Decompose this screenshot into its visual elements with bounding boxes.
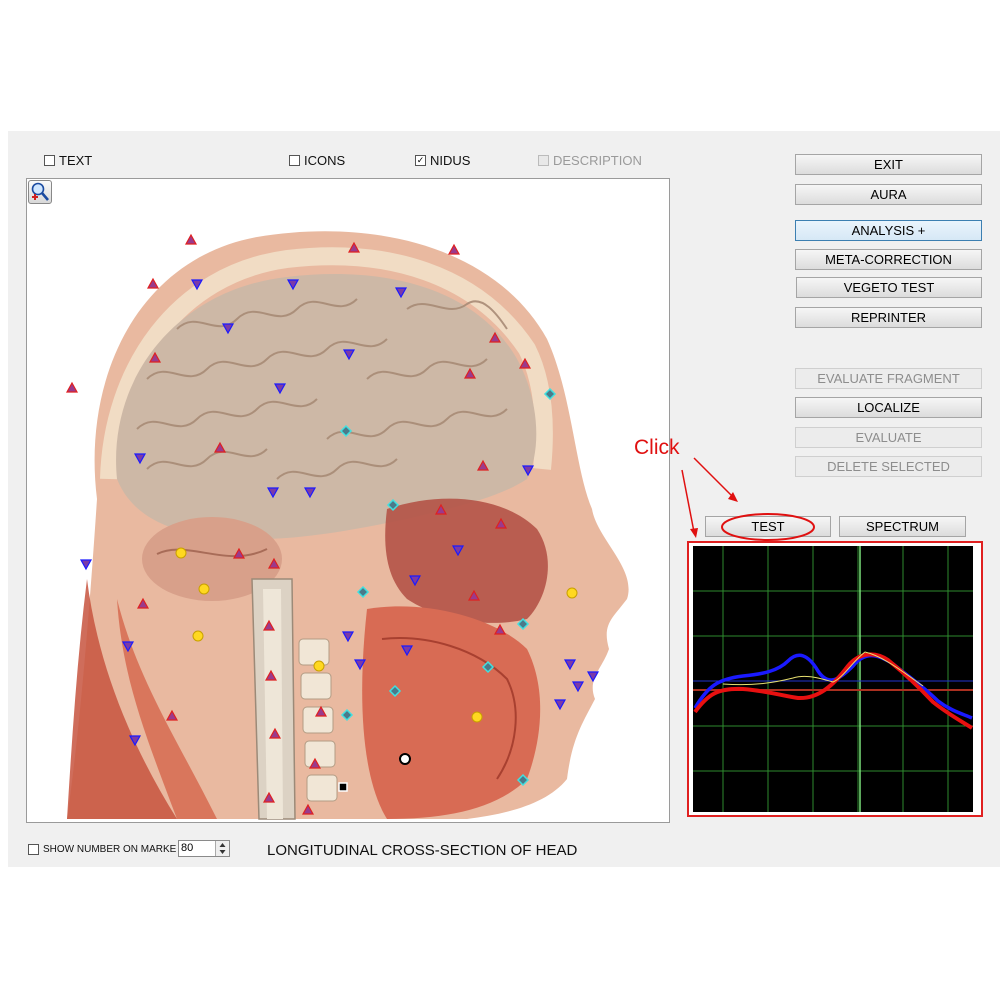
localize-button[interactable]: LOCALIZE	[795, 397, 982, 418]
curve-red	[693, 652, 974, 730]
nidus-checkbox-label: NIDUS	[430, 153, 471, 168]
vegeto-test-button[interactable]: VEGETO TEST	[796, 277, 982, 298]
text-checkbox-label: TEXT	[59, 153, 93, 168]
head-cross-section	[65, 231, 629, 820]
show-number-checkbox[interactable]: SHOW NUMBER ON MARKE	[28, 844, 176, 855]
icons-checkbox[interactable]: ICONS	[289, 153, 345, 168]
evaluate-button[interactable]: EVALUATE	[795, 427, 982, 448]
number-spinbox[interactable]: 80	[178, 840, 230, 857]
image-caption: LONGITUDINAL CROSS-SECTION OF HEAD	[267, 842, 578, 859]
curve-blue	[693, 653, 973, 720]
icons-checkbox-box[interactable]	[289, 155, 300, 166]
spectrum-graph	[693, 546, 974, 812]
aura-button[interactable]: AURA	[795, 184, 982, 205]
icons-checkbox-label: ICONS	[304, 153, 346, 168]
evaluate-fragment-button[interactable]: EVALUATE FRAGMENT	[795, 368, 982, 389]
test-button[interactable]: TEST	[705, 516, 831, 537]
nidus-checkbox-box[interactable]: ✓	[415, 155, 426, 166]
delete-selected-button[interactable]: DELETE SELECTED	[795, 456, 982, 477]
text-checkbox-box[interactable]	[44, 155, 55, 166]
analysis-button[interactable]: ANALYSIS +	[795, 220, 982, 241]
click-annotation: Click	[634, 436, 680, 459]
anatomy-viewer[interactable]	[26, 178, 670, 823]
spectrum-panel	[687, 541, 983, 817]
description-checkbox-label: DESCRIPTION	[553, 153, 642, 168]
nidus-checkbox[interactable]: ✓ NIDUS	[415, 153, 470, 168]
show-number-label: SHOW NUMBER ON MARKE	[43, 844, 177, 855]
spectrum-button[interactable]: SPECTRUM	[839, 516, 966, 537]
description-checkbox-box[interactable]	[538, 155, 549, 166]
spin-arrows-icon[interactable]	[215, 841, 229, 856]
exit-button[interactable]: EXIT	[795, 154, 982, 175]
spectrum-plot	[693, 546, 974, 812]
reprinter-button[interactable]: REPRINTER	[795, 307, 982, 328]
text-checkbox[interactable]: TEXT	[44, 153, 92, 168]
show-number-checkbox-box[interactable]	[28, 844, 39, 855]
number-value: 80	[181, 842, 194, 854]
meta-correction-button[interactable]: META-CORRECTION	[795, 249, 982, 270]
app-window: TEXT ICONS ✓ NIDUS DESCRIPTION EXIT AURA…	[8, 131, 1000, 867]
description-checkbox[interactable]: DESCRIPTION	[538, 153, 642, 168]
